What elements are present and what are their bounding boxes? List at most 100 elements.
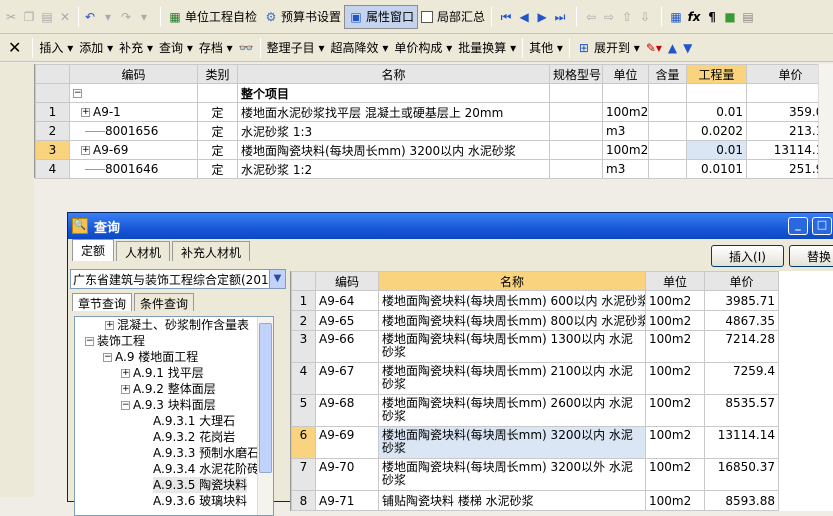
tree-node[interactable]: +A.9.1 找平层 (121, 365, 204, 381)
collapse-icon[interactable]: − (85, 337, 94, 346)
partial-summary-toggle[interactable]: 局部汇总 (418, 5, 488, 29)
unit-cell[interactable]: 100m2 (646, 291, 705, 311)
price-cell[interactable]: 8535.57 (705, 395, 779, 427)
collapse-icon[interactable]: − (73, 89, 82, 98)
type-cell[interactable]: 定 (198, 141, 238, 160)
tree-node[interactable]: +A.9.2 整体面层 (121, 381, 216, 397)
tab-chapter-query[interactable]: 章节查询 (72, 293, 132, 311)
tree-leaf[interactable]: A.9.3.6 玻璃块料 (153, 493, 247, 509)
dropdown-icon[interactable]: ▾ (100, 9, 116, 25)
tab-labor-materials[interactable]: 人材机 (116, 241, 170, 261)
cube-icon[interactable]: ■ (722, 9, 738, 25)
last-icon[interactable]: ⏭ (552, 9, 568, 25)
quantity-cell[interactable]: 0.0202 (687, 122, 747, 141)
type-header[interactable]: 类别 (198, 65, 238, 84)
price-header[interactable]: 单价 (705, 272, 779, 291)
tree-node[interactable]: +混凝土、砂浆制作含量表 (105, 317, 249, 333)
move-down-icon[interactable]: ▼ (680, 36, 695, 60)
tab-quota[interactable]: 定额 (72, 239, 114, 261)
move-up-icon[interactable]: ▲ (665, 36, 680, 60)
content-cell[interactable] (649, 122, 687, 141)
unit-cell[interactable]: 100m2 (646, 427, 705, 459)
prev-icon[interactable]: ◀ (516, 9, 532, 25)
insert-menu[interactable]: 插入 ▾ (36, 36, 76, 60)
delete-icon[interactable]: ✕ (57, 9, 73, 25)
tree-leaf[interactable]: A.9.3.1 大理石 (153, 413, 235, 429)
unit-cell[interactable]: m3 (603, 122, 649, 141)
minimize-icon[interactable]: _ (788, 217, 808, 235)
tab-condition-query[interactable]: 条件查询 (134, 293, 194, 311)
expand-to-menu[interactable]: ⊞展开到 ▾ (573, 36, 643, 60)
code-cell[interactable]: A9-69 (316, 427, 379, 459)
code-cell[interactable]: A9-65 (316, 311, 379, 331)
code-header[interactable]: 编码 (316, 272, 379, 291)
quantity-cell[interactable]: 0.01 (687, 141, 747, 160)
code-cell[interactable]: +A9-69 (70, 141, 198, 160)
undo-icon[interactable]: ↶ (82, 9, 98, 25)
dialog-titlebar[interactable]: 🔍 查询 _ □ (68, 213, 833, 239)
code-cell[interactable]: 8001646 (70, 160, 198, 179)
name-cell[interactable]: 楼地面陶瓷块料(每块周长mm) 1300以内 水泥砂浆 (379, 331, 646, 363)
cut-icon[interactable]: ✂ (3, 9, 19, 25)
spec-cell[interactable] (550, 103, 603, 122)
self-check-button[interactable]: ▦ 单位工程自检 (164, 5, 260, 29)
spec-cell[interactable] (550, 160, 603, 179)
code-cell[interactable]: A9-64 (316, 291, 379, 311)
tree-leaf[interactable]: A.9.3.2 花岗岩 (153, 429, 235, 445)
collapse-icon[interactable]: − (121, 401, 130, 410)
name-cell[interactable]: 楼地面水泥砂浆找平层 混凝土或硬基层上 20mm (238, 103, 550, 122)
unit-header[interactable]: 单位 (646, 272, 705, 291)
unit-cell[interactable]: 100m2 (603, 103, 649, 122)
paragraph-icon[interactable]: ¶ (704, 9, 720, 25)
unit-cell[interactable]: m3 (603, 160, 649, 179)
tree-node[interactable]: −装饰工程 (85, 333, 145, 349)
price-cell[interactable]: 7214.28 (705, 331, 779, 363)
price-cell[interactable]: 4867.35 (705, 311, 779, 331)
replace-button[interactable]: 替换 (789, 245, 833, 267)
tree-leaf-selected[interactable]: A.9.3.5 陶瓷块料 (153, 477, 247, 493)
arrow-up-icon[interactable]: ⇧ (619, 9, 635, 25)
budget-settings-button[interactable]: ⚙ 预算书设置 (260, 5, 344, 29)
arrow-down-icon[interactable]: ⇩ (637, 9, 653, 25)
next-icon[interactable]: ▶ (534, 9, 550, 25)
content-cell[interactable] (649, 160, 687, 179)
unit-cell[interactable]: 100m2 (646, 311, 705, 331)
library-select[interactable]: 广东省建筑与装饰工程综合定额(201 ▼ (70, 269, 286, 289)
expand-icon[interactable]: + (105, 321, 114, 330)
tree-leaf[interactable]: A.9.3.4 水泥花阶砖 (153, 461, 259, 477)
supplement-menu[interactable]: 补充 ▾ (116, 36, 156, 60)
property-window-button[interactable]: ▣ 属性窗口 (344, 5, 418, 29)
tree-leaf[interactable]: A.9.3.3 预制水磨石 (153, 445, 259, 461)
code-cell[interactable]: A9-68 (316, 395, 379, 427)
quota-row-selected[interactable]: 6 A9-69 楼地面陶瓷块料(每块周长mm) 3200以内 水泥砂浆 100m… (292, 427, 833, 459)
arrow-right-icon[interactable]: ⇨ (601, 9, 617, 25)
maximize-icon[interactable]: □ (812, 217, 832, 235)
tree-node[interactable]: −A.9.3 块料面层 (121, 397, 216, 413)
unit-cell[interactable]: 100m2 (646, 491, 705, 511)
name-cell[interactable]: 楼地面陶瓷块料(每块周长mm) 600以内 水泥砂浆 (379, 291, 646, 311)
table-row[interactable]: 2 8001656 定 水泥砂浆 1:3 m3 0.0202 213.19 (36, 122, 833, 141)
code-cell[interactable]: A9-67 (316, 363, 379, 395)
content-cell[interactable] (649, 103, 687, 122)
close-icon[interactable]: ✕ (0, 36, 29, 60)
collapse-icon[interactable]: − (103, 353, 112, 362)
spec-cell[interactable] (550, 141, 603, 160)
quota-row[interactable]: 5 A9-68 楼地面陶瓷块料(每块周长mm) 2600以内 水泥砂浆 100m… (292, 395, 833, 427)
price-cell[interactable]: 13114.14 (705, 427, 779, 459)
name-cell[interactable]: 楼地面陶瓷块料(每块周长mm) 2600以内 水泥砂浆 (379, 395, 646, 427)
tree-node[interactable]: −A.9 楼地面工程 (103, 349, 198, 365)
other-menu[interactable]: 其他 ▾ (526, 36, 566, 60)
expand-icon[interactable]: + (81, 108, 90, 117)
color-fill-icon[interactable]: ✎▾ (643, 36, 665, 60)
arrow-left-icon[interactable]: ⇦ (583, 9, 599, 25)
quota-row[interactable]: 7 A9-70 楼地面陶瓷块料(每块周长mm) 3200以外 水泥砂浆 100m… (292, 459, 833, 491)
partial-summary-checkbox[interactable] (421, 11, 433, 23)
tree-scrollbar-thumb[interactable] (259, 323, 272, 473)
redo-icon[interactable]: ↷ (118, 9, 134, 25)
batch-convert-menu[interactable]: 批量换算 ▾ (455, 36, 519, 60)
main-scrollbar[interactable] (818, 64, 833, 178)
name-cell[interactable]: 水泥砂浆 1:3 (238, 122, 550, 141)
price-cell[interactable]: 8593.88 (705, 491, 779, 511)
quantity-header[interactable]: 工程量 (687, 65, 747, 84)
name-cell[interactable]: 铺贴陶瓷块料 楼梯 水泥砂浆 (379, 491, 646, 511)
